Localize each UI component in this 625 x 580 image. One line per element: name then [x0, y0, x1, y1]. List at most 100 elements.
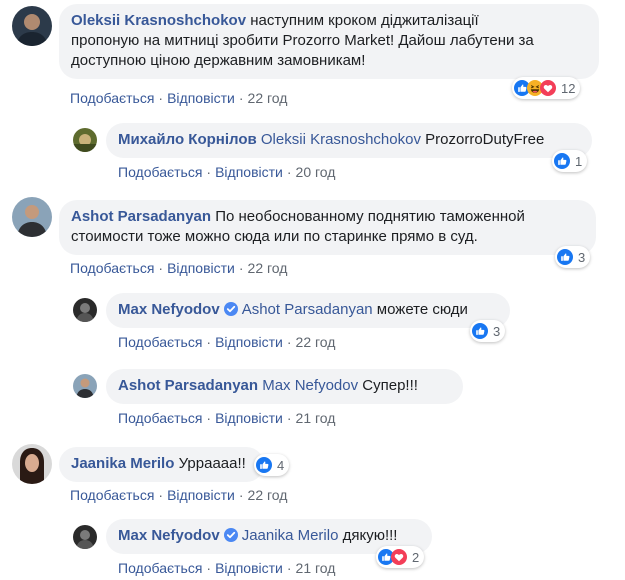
comment-text: можете сюди: [376, 301, 468, 318]
separator-dot: ·: [206, 560, 212, 576]
comment-bubble: Max Nefyodov Ashot Parsadanyan можете сюд…: [106, 293, 510, 328]
like-reaction-icon: [557, 249, 573, 265]
like-link[interactable]: Подобається: [118, 410, 202, 426]
comment-actions: Подобається · Відповісти · 21 год: [118, 560, 335, 576]
avatar[interactable]: [73, 374, 97, 398]
separator-dot: ·: [206, 164, 212, 180]
separator-dot: ·: [206, 334, 212, 350]
avatar-mykhailo-image: [73, 128, 97, 152]
comment-timestamp[interactable]: 22 год: [248, 487, 288, 503]
comment-actions: Подобається · Відповісти · 22 год: [118, 334, 335, 350]
comment-actions: Подобається · Відповісти · 22 год: [70, 90, 287, 106]
reactions-summary[interactable]: 4: [254, 454, 290, 476]
comment-timestamp[interactable]: 21 год: [296, 410, 336, 426]
reaction-count: 4: [277, 457, 285, 473]
separator-dot: ·: [158, 487, 164, 503]
comment-author[interactable]: Jaanika Merilo: [71, 455, 174, 472]
comment-author[interactable]: Max Nefyodov: [118, 301, 220, 318]
comment-timestamp[interactable]: 21 год: [296, 560, 336, 576]
comment-author[interactable]: Ashot Parsadanyan: [71, 208, 211, 225]
comment-text-line-2: пропоную на митниці зробити Prozorro Mar…: [71, 32, 534, 49]
reply-link[interactable]: Відповісти: [215, 560, 283, 576]
avatar[interactable]: [12, 197, 52, 237]
avatar[interactable]: [12, 444, 52, 484]
comment-timestamp[interactable]: 22 год: [248, 260, 288, 276]
comment-author[interactable]: Михайло Корнілов: [118, 131, 257, 148]
comment-actions: Подобається · Відповісти · 21 год: [118, 410, 335, 426]
reply-link[interactable]: Відповісти: [215, 334, 283, 350]
like-reaction-icon: [472, 323, 488, 339]
comment-actions: Подобається · Відповісти · 20 год: [118, 164, 335, 180]
avatar-oleksii-image: [12, 6, 52, 46]
comment-bubble: Ashot Parsadanyan По необоснованному под…: [59, 200, 596, 255]
avatar-max-image: [73, 298, 97, 322]
like-reaction-icon: [554, 153, 570, 169]
like-link[interactable]: Подобається: [70, 260, 154, 276]
reaction-count: 1: [575, 153, 583, 169]
comment-timestamp[interactable]: 22 год: [248, 90, 288, 106]
comment-bubble: Oleksii Krasnoshchokov наступним кроком …: [59, 4, 599, 79]
reactions-summary[interactable]: 3: [555, 246, 591, 268]
comment-text: дякую!!!: [342, 527, 398, 544]
love-reaction-icon: [540, 80, 556, 96]
comment-bubble: Михайло Корнілов Oleksii Krasnoshchokov …: [106, 123, 592, 158]
avatar-ashot-image: [73, 374, 97, 398]
like-link[interactable]: Подобається: [70, 90, 154, 106]
mention-link[interactable]: Jaanika Merilo: [242, 527, 339, 544]
comment-actions: Подобається · Відповісти · 22 год: [70, 487, 287, 503]
mention-link[interactable]: Ashot Parsadanyan: [242, 301, 373, 318]
reactions-summary[interactable]: 12: [512, 77, 581, 99]
avatar[interactable]: [12, 6, 52, 46]
comment-text-line-2: стоимости тоже можно сюда или по старинк…: [71, 228, 478, 245]
mention-link[interactable]: Max Nefyodov: [262, 377, 358, 394]
avatar-ashot-image: [12, 197, 52, 237]
separator-dot: ·: [238, 487, 244, 503]
comment-timestamp[interactable]: 22 год: [296, 334, 336, 350]
comment-text: ProzorroDutyFree: [425, 131, 545, 148]
separator-dot: ·: [238, 90, 244, 106]
separator-dot: ·: [286, 164, 292, 180]
reaction-count: 2: [412, 549, 420, 565]
love-reaction-icon: [391, 549, 407, 565]
mention-link[interactable]: Oleksii Krasnoshchokov: [261, 131, 421, 148]
comment-bubble: Ashot Parsadanyan Max Nefyodov Супер!!!: [106, 369, 463, 404]
reactions-summary[interactable]: 2: [376, 546, 425, 568]
like-link[interactable]: Подобається: [118, 560, 202, 576]
comment-bubble: Jaanika Merilo Урраааа!!: [59, 447, 264, 482]
comment-author[interactable]: Ashot Parsadanyan: [118, 377, 258, 394]
separator-dot: ·: [286, 410, 292, 426]
reactions-summary[interactable]: 3: [470, 320, 506, 342]
separator-dot: ·: [158, 90, 164, 106]
reaction-count: 3: [578, 249, 586, 265]
comment-text: Супер!!!: [362, 377, 418, 394]
comment-text: Урраааа!!: [178, 455, 246, 472]
comment-text-line-1: По необоснованному поднятию таможенной: [215, 208, 525, 225]
verified-badge-icon: [223, 528, 238, 542]
like-link[interactable]: Подобається: [118, 164, 202, 180]
reactions-summary[interactable]: 1: [552, 150, 588, 172]
reply-link[interactable]: Відповісти: [215, 164, 283, 180]
avatar[interactable]: [73, 525, 97, 549]
avatar[interactable]: [73, 298, 97, 322]
separator-dot: ·: [286, 560, 292, 576]
separator-dot: ·: [158, 260, 164, 276]
separator-dot: ·: [286, 334, 292, 350]
separator-dot: ·: [206, 410, 212, 426]
reaction-count: 12: [561, 80, 576, 96]
avatar[interactable]: [73, 128, 97, 152]
like-link[interactable]: Подобається: [70, 487, 154, 503]
comment-author[interactable]: Max Nefyodov: [118, 527, 220, 544]
reply-link[interactable]: Відповісти: [167, 260, 235, 276]
like-reaction-icon: [256, 457, 272, 473]
comment-text-line-3: доступною ціною державним замовникам!: [71, 52, 366, 69]
verified-badge-icon: [223, 302, 238, 316]
comment-text-line-1: наступним кроком діджиталізації: [250, 12, 479, 29]
like-link[interactable]: Подобається: [118, 334, 202, 350]
reply-link[interactable]: Відповісти: [167, 90, 235, 106]
comment-author[interactable]: Oleksii Krasnoshchokov: [71, 12, 246, 29]
separator-dot: ·: [238, 260, 244, 276]
reaction-count: 3: [493, 323, 501, 339]
reply-link[interactable]: Відповісти: [215, 410, 283, 426]
comment-timestamp[interactable]: 20 год: [296, 164, 336, 180]
reply-link[interactable]: Відповісти: [167, 487, 235, 503]
